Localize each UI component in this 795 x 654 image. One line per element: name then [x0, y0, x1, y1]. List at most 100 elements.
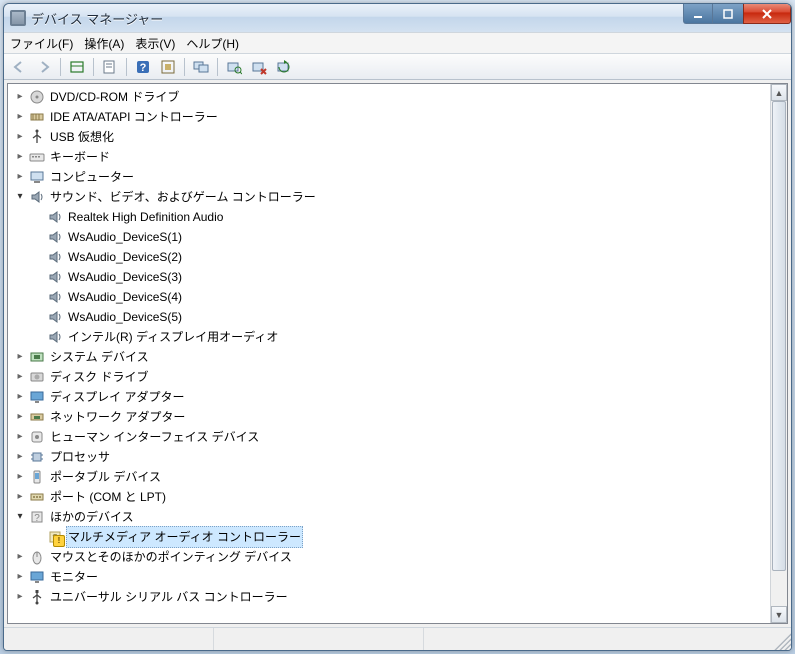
- content-area: ▸DVD/CD-ROM ドライブ▸IDE ATA/ATAPI コントローラー▸U…: [4, 80, 791, 627]
- collapse-icon[interactable]: ▾: [14, 191, 26, 203]
- expand-icon: ▸: [14, 391, 26, 403]
- menu-view[interactable]: 表示(V): [135, 35, 175, 52]
- menu-help[interactable]: ヘルプ(H): [186, 35, 239, 52]
- tree-item-label: Realtek High Definition Audio: [66, 207, 225, 227]
- tree-item[interactable]: ▸マウスとそのほかのポインティング デバイス: [14, 547, 770, 567]
- tree-item[interactable]: ▸コンピューター: [14, 167, 770, 187]
- tree-category[interactable]: ▾?ほかのデバイス: [14, 507, 770, 527]
- menu-file[interactable]: ファイル(F): [10, 35, 73, 52]
- tree-item[interactable]: WsAudio_DeviceS(2): [32, 247, 770, 267]
- menubar: ファイル(F) 操作(A) 表示(V) ヘルプ(H): [4, 32, 791, 54]
- keyboard-icon: [29, 149, 45, 165]
- tree-item-label: IDE ATA/ATAPI コントローラー: [48, 107, 220, 127]
- tree-item-label: プロセッサ: [48, 447, 112, 467]
- ide-controller-icon: [29, 109, 45, 125]
- scroll-track[interactable]: [771, 101, 787, 606]
- toolbar-separator: [184, 58, 185, 76]
- tree-item[interactable]: WsAudio_DeviceS(1): [32, 227, 770, 247]
- options-icon: [160, 59, 176, 75]
- update-driver-button[interactable]: [273, 56, 295, 78]
- expand-icon: ▸: [14, 131, 26, 143]
- port-icon: [29, 489, 45, 505]
- collapse-icon[interactable]: ▾: [14, 511, 26, 523]
- tree-item[interactable]: WsAudio_DeviceS(3): [32, 267, 770, 287]
- hid-icon: [29, 429, 45, 445]
- remote-computer-icon: [193, 59, 209, 75]
- close-button[interactable]: [743, 4, 791, 24]
- tree-item-label: サウンド、ビデオ、およびゲーム コントローラー: [48, 187, 318, 207]
- tree-item[interactable]: ▸ヒューマン インターフェイス デバイス: [14, 427, 770, 447]
- tree-item-label: WsAudio_DeviceS(4): [66, 287, 184, 307]
- properties-button[interactable]: [99, 56, 121, 78]
- help-button[interactable]: ?: [132, 56, 154, 78]
- tree-item-label: マルチメディア オーディオ コントローラー: [66, 526, 303, 548]
- computer-icon: [29, 169, 45, 185]
- expand-icon: ▸: [14, 571, 26, 583]
- maximize-button[interactable]: [713, 4, 743, 24]
- vertical-scrollbar[interactable]: ▲ ▼: [770, 84, 787, 623]
- tree-item-label: ポート (COM と LPT): [48, 487, 168, 507]
- help-icon: ?: [135, 59, 151, 75]
- resize-grip[interactable]: [771, 628, 791, 650]
- show-hidden-button[interactable]: [66, 56, 88, 78]
- tree-item-label: コンピューター: [48, 167, 136, 187]
- tree-item[interactable]: Realtek High Definition Audio: [32, 207, 770, 227]
- tree-category[interactable]: ▾ サウンド、ビデオ、およびゲーム コントローラー: [14, 187, 770, 207]
- device-tree[interactable]: ▸DVD/CD-ROM ドライブ▸IDE ATA/ATAPI コントローラー▸U…: [8, 84, 770, 623]
- sound-icon: [47, 289, 63, 305]
- close-icon: [761, 8, 773, 20]
- tree-item[interactable]: ▸ネットワーク アダプター: [14, 407, 770, 427]
- tree-item[interactable]: ▸ディスプレイ アダプター: [14, 387, 770, 407]
- options-button[interactable]: [157, 56, 179, 78]
- scan-button[interactable]: [223, 56, 245, 78]
- tree-item[interactable]: ▸ポート (COM と LPT): [14, 487, 770, 507]
- sound-icon: [47, 329, 63, 345]
- portable-device-icon: [29, 469, 45, 485]
- back-button[interactable]: [8, 56, 30, 78]
- scroll-up-button[interactable]: ▲: [771, 84, 787, 101]
- toolbar: ?: [4, 54, 791, 80]
- tree-item-label: WsAudio_DeviceS(3): [66, 267, 184, 287]
- titlebar[interactable]: デバイス マネージャー: [4, 4, 791, 32]
- tree-item-label: DVD/CD-ROM ドライブ: [48, 87, 181, 107]
- tree-item[interactable]: ▸システム デバイス: [14, 347, 770, 367]
- sound-icon: [29, 189, 45, 205]
- tree-item-label: WsAudio_DeviceS(1): [66, 227, 184, 247]
- remote-button[interactable]: [190, 56, 212, 78]
- window-title: デバイス マネージャー: [31, 9, 683, 28]
- expand-icon: ▸: [14, 411, 26, 423]
- tree-item-label: モニター: [48, 567, 100, 587]
- update-driver-icon: [276, 59, 292, 75]
- tree-item[interactable]: ?マルチメディア オーディオ コントローラー: [32, 527, 770, 547]
- scroll-thumb[interactable]: [772, 101, 786, 571]
- menu-action[interactable]: 操作(A): [84, 35, 124, 52]
- uninstall-device-icon: [251, 59, 267, 75]
- show-hidden-icon: [69, 59, 85, 75]
- tree-item[interactable]: ▸プロセッサ: [14, 447, 770, 467]
- tree-item[interactable]: ▸ モニター: [14, 567, 770, 587]
- tree-item[interactable]: ▸ポータブル デバイス: [14, 467, 770, 487]
- tree-children: ?マルチメディア オーディオ コントローラー: [14, 527, 770, 547]
- usb-icon: [29, 129, 45, 145]
- toolbar-separator: [60, 58, 61, 76]
- minimize-icon: [693, 9, 703, 19]
- tree-item[interactable]: WsAudio_DeviceS(4): [32, 287, 770, 307]
- minimize-button[interactable]: [683, 4, 713, 24]
- uninstall-button[interactable]: [248, 56, 270, 78]
- tree-item[interactable]: ▸キーボード: [14, 147, 770, 167]
- display-adapter-icon: [29, 389, 45, 405]
- other-device-icon: ?: [29, 509, 45, 525]
- tree-item[interactable]: ▸IDE ATA/ATAPI コントローラー: [14, 107, 770, 127]
- usb-controller-icon: [29, 589, 45, 605]
- tree-item[interactable]: ▸USB 仮想化: [14, 127, 770, 147]
- forward-button[interactable]: [33, 56, 55, 78]
- tree-item[interactable]: ▸ディスク ドライブ: [14, 367, 770, 387]
- scroll-down-button[interactable]: ▼: [771, 606, 787, 623]
- expand-icon: ▸: [14, 371, 26, 383]
- tree-item[interactable]: WsAudio_DeviceS(5): [32, 307, 770, 327]
- sound-icon: [47, 269, 63, 285]
- tree-item[interactable]: ▸DVD/CD-ROM ドライブ: [14, 87, 770, 107]
- tree-item[interactable]: ▸ユニバーサル シリアル バス コントローラー: [14, 587, 770, 607]
- tree-item[interactable]: インテル(R) ディスプレイ用オーディオ: [32, 327, 770, 347]
- tree-children: Realtek High Definition AudioWsAudio_Dev…: [14, 207, 770, 347]
